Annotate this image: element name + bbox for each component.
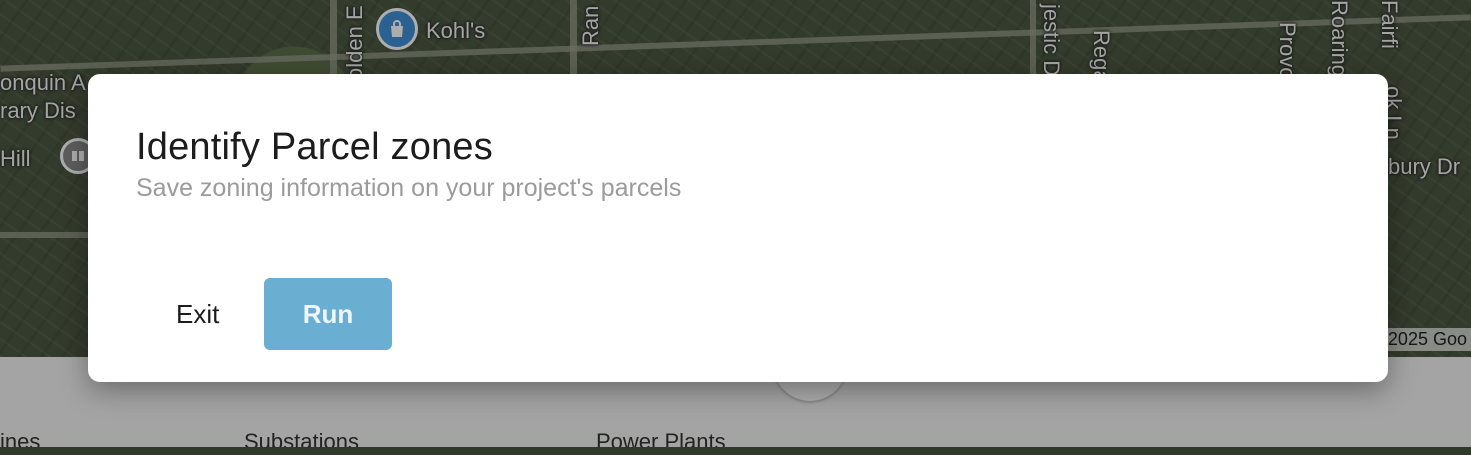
run-button[interactable]: Run xyxy=(264,278,392,350)
identify-parcel-zones-dialog: Identify Parcel zones Save zoning inform… xyxy=(88,74,1388,382)
dialog-subtitle: Save zoning information on your project'… xyxy=(136,174,682,202)
dialog-title: Identify Parcel zones xyxy=(136,126,493,168)
exit-button[interactable]: Exit xyxy=(158,278,237,350)
